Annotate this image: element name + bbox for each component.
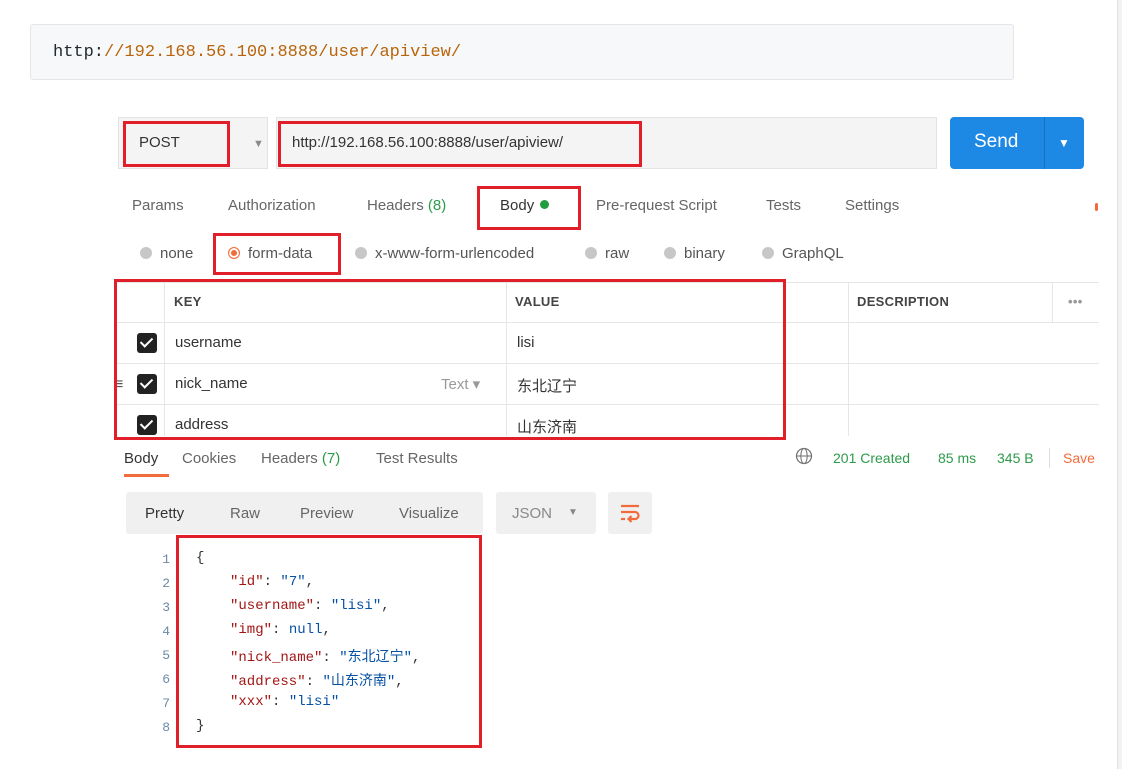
scrollbar[interactable] [1117, 0, 1122, 769]
cookies-link-fragment[interactable] [1095, 203, 1098, 211]
radio-urlencoded-label: x-www-form-urlencoded [375, 245, 535, 262]
format-select[interactable]: JSON ▼ [496, 492, 596, 534]
line-number: 2 [162, 576, 170, 591]
response-size[interactable]: 345 B [997, 450, 1034, 466]
chevron-down-icon: ▼ [568, 507, 578, 518]
radio-graphql[interactable]: GraphQL [762, 245, 844, 262]
line-number: 3 [162, 600, 170, 615]
highlight-form-data [213, 233, 341, 275]
highlight-response [176, 535, 482, 748]
line-number: 7 [162, 696, 170, 711]
line-number: 6 [162, 672, 170, 687]
radio-none-dot-icon [140, 247, 152, 259]
view-preview-button[interactable]: Preview [300, 505, 353, 522]
tab-headers-label: Headers [367, 197, 424, 214]
line-number: 5 [162, 648, 170, 663]
radio-none[interactable]: none [140, 245, 193, 262]
tab-pre-request-script[interactable]: Pre-request Script [596, 197, 717, 214]
response-tab-body[interactable]: Body [124, 450, 158, 467]
response-tab-headers[interactable]: Headers (7) [261, 450, 340, 467]
active-tab-underline [124, 474, 169, 477]
code-url-block: http://192.168.56.100:8888/user/apiview/ [30, 24, 1014, 80]
radio-graphql-label: GraphQL [782, 245, 844, 262]
wrap-lines-icon [621, 504, 640, 523]
save-response-button[interactable]: Save [1063, 450, 1095, 466]
view-pretty-button[interactable]: Pretty [145, 505, 184, 522]
radio-binary-label: binary [684, 245, 725, 262]
view-raw-button[interactable]: Raw [230, 505, 260, 522]
line-number: 8 [162, 720, 170, 735]
chevron-down-icon: ▼ [253, 138, 264, 150]
radio-urlencoded-dot-icon [355, 247, 367, 259]
code-url-path: //192.168.56.100:8888/user/apiview/ [104, 43, 462, 62]
more-options-icon[interactable]: ••• [1068, 294, 1083, 309]
response-tab-test-results[interactable]: Test Results [376, 450, 458, 467]
format-label: JSON [512, 505, 553, 522]
tab-tests[interactable]: Tests [766, 197, 801, 214]
radio-raw-dot-icon [585, 247, 597, 259]
response-status[interactable]: 201 Created [833, 450, 910, 466]
line-number: 4 [162, 624, 170, 639]
highlight-body-tab [477, 186, 581, 230]
radio-graphql-dot-icon [762, 247, 774, 259]
globe-icon[interactable] [795, 447, 813, 465]
response-tab-headers-label: Headers [261, 450, 318, 467]
tab-headers[interactable]: Headers (8) [367, 197, 446, 214]
response-tab-headers-count: (7) [321, 450, 341, 467]
response-time[interactable]: 85 ms [938, 450, 976, 466]
tab-authorization[interactable]: Authorization [228, 197, 316, 214]
code-url-protocol: http: [53, 43, 105, 62]
table-col-divider [848, 282, 849, 436]
tab-headers-count: (8) [427, 197, 447, 214]
send-button[interactable]: Send ▼ [950, 117, 1084, 169]
status-divider [1049, 448, 1050, 468]
radio-raw[interactable]: raw [585, 245, 629, 262]
radio-urlencoded[interactable]: x-www-form-urlencoded [355, 245, 534, 262]
highlight-method [123, 121, 230, 167]
send-label: Send [974, 131, 1019, 152]
line-number: 1 [162, 552, 170, 567]
send-divider [1044, 117, 1045, 169]
view-visualize-button[interactable]: Visualize [399, 505, 459, 522]
table-col-divider [1052, 282, 1053, 322]
radio-none-label: none [160, 245, 194, 262]
tab-settings[interactable]: Settings [845, 197, 899, 214]
radio-raw-label: raw [605, 245, 630, 262]
send-options-chevron-icon[interactable]: ▼ [1058, 136, 1070, 150]
response-tab-cookies[interactable]: Cookies [182, 450, 236, 467]
radio-binary-dot-icon [664, 247, 676, 259]
column-header-description: DESCRIPTION [857, 294, 950, 309]
view-mode-group: Pretty Raw Preview Visualize [126, 492, 483, 534]
wrap-lines-button[interactable] [608, 492, 652, 534]
tab-params[interactable]: Params [132, 197, 184, 214]
radio-binary[interactable]: binary [664, 245, 725, 262]
highlight-url [278, 121, 642, 167]
highlight-table [114, 279, 786, 440]
